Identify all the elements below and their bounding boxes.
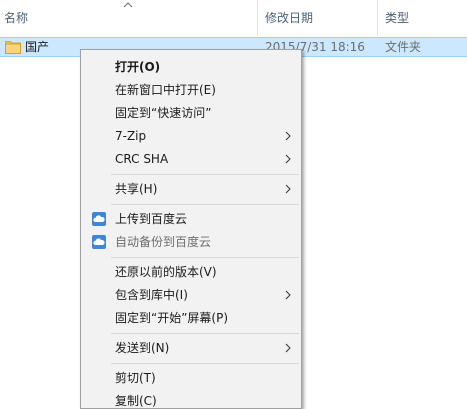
menu-item-label: CRC SHA: [115, 152, 169, 166]
menu-item-label: 剪切(T): [115, 371, 156, 385]
menu-item-7zip[interactable]: 7-Zip: [81, 125, 301, 147]
menu-item-open[interactable]: 打开(O): [81, 56, 301, 78]
submenu-arrow-icon: [285, 290, 291, 300]
file-name: 国产: [25, 40, 50, 54]
menu-separator: [111, 204, 299, 205]
menu-item-share[interactable]: 共享(H): [81, 178, 301, 200]
menu-item-include-in-library[interactable]: 包含到库中(I): [81, 284, 301, 306]
menu-item-pin-quick-access[interactable]: 固定到“快速访问”: [81, 102, 301, 124]
column-date-modified[interactable]: 修改日期: [265, 0, 380, 36]
file-type: 文件夹: [385, 40, 422, 54]
submenu-arrow-icon: [285, 184, 291, 194]
menu-item-label: 7-Zip: [115, 129, 147, 143]
column-type[interactable]: 类型: [385, 0, 467, 36]
menu-item-label: 自动备份到百度云: [115, 235, 212, 249]
menu-item-label: 复制(C): [115, 394, 157, 408]
menu-separator: [111, 174, 299, 175]
menu-item-pin-to-start[interactable]: 固定到“开始”屏幕(P): [81, 307, 301, 329]
folder-icon: [5, 41, 21, 54]
menu-item-crc-sha[interactable]: CRC SHA: [81, 148, 301, 170]
column-divider[interactable]: [377, 0, 378, 36]
menu-item-label: 发送到(N): [115, 341, 170, 355]
menu-item-label: 在新窗口中打开(E): [115, 83, 216, 97]
menu-item-auto-backup-baidu[interactable]: 自动备份到百度云: [81, 231, 301, 253]
menu-item-label: 共享(H): [115, 182, 158, 196]
submenu-arrow-icon: [285, 131, 291, 141]
menu-separator: [111, 363, 299, 364]
menu-item-label: 包含到库中(I): [115, 288, 188, 302]
column-name[interactable]: 名称: [4, 0, 254, 36]
column-header: 名称 修改日期 类型: [0, 0, 467, 36]
baidu-cloud-icon: [92, 235, 106, 249]
menu-item-open-new-window[interactable]: 在新窗口中打开(E): [81, 79, 301, 101]
menu-item-label: 打开(O): [115, 60, 161, 74]
menu-item-label: 上传到百度云: [115, 212, 188, 226]
menu-item-copy[interactable]: 复制(C): [81, 390, 301, 408]
menu-separator: [111, 333, 299, 334]
submenu-arrow-icon: [285, 154, 291, 164]
menu-item-label: 还原以前的版本(V): [115, 265, 217, 279]
column-divider[interactable]: [257, 0, 258, 36]
submenu-arrow-icon: [285, 343, 291, 353]
menu-item-label: 固定到“快速访问”: [115, 106, 212, 120]
menu-item-send-to[interactable]: 发送到(N): [81, 337, 301, 359]
menu-item-restore-previous-versions[interactable]: 还原以前的版本(V): [81, 261, 301, 283]
context-menu: 打开(O) 在新窗口中打开(E) 固定到“快速访问” 7-Zip CRC SHA…: [80, 49, 302, 409]
menu-item-cut[interactable]: 剪切(T): [81, 367, 301, 389]
baidu-cloud-icon: [92, 212, 106, 226]
menu-item-label: 固定到“开始”屏幕(P): [115, 311, 229, 325]
menu-separator: [111, 257, 299, 258]
menu-item-upload-baidu[interactable]: 上传到百度云: [81, 208, 301, 230]
